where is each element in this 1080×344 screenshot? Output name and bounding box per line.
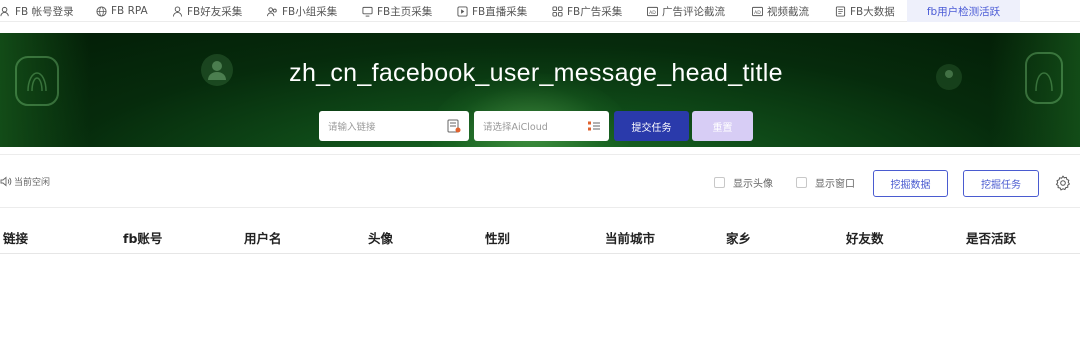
tab-ad-comment-intercept[interactable]: AD 广告评论截流 bbox=[647, 0, 725, 22]
svg-text:AD: AD bbox=[649, 9, 656, 15]
column-header-avatar: 头像 bbox=[368, 231, 394, 246]
checkbox-box[interactable] bbox=[714, 177, 725, 188]
tab-label: FB小组采集 bbox=[282, 5, 338, 18]
tab-label: FB直播采集 bbox=[472, 5, 528, 18]
person-icon bbox=[172, 5, 183, 17]
document-edit-icon[interactable] bbox=[447, 119, 461, 133]
show-window-label: 显示窗口 bbox=[815, 179, 855, 190]
tab-label: FB好友采集 bbox=[187, 5, 243, 18]
table-body-empty bbox=[0, 254, 1080, 344]
status-text: 当前空闲 bbox=[14, 178, 51, 188]
tab-label: FB 帐号登录 bbox=[15, 5, 74, 18]
aicloud-select[interactable]: 请选择AiCloud bbox=[474, 111, 609, 141]
column-header-hometown: 家乡 bbox=[726, 231, 752, 246]
column-header-fb-account: fb账号 bbox=[123, 231, 163, 246]
top-tab-bar: FB 帐号登录 FB RPA FB好友采集 FB小组采集 FB主页采集 FB直播… bbox=[0, 0, 1080, 22]
tab-label: FB广告采集 bbox=[567, 5, 623, 18]
tab-fb-page-collect[interactable]: FB主页采集 bbox=[362, 0, 432, 22]
tab-label: FB RPA bbox=[111, 5, 148, 17]
link-input[interactable]: 请输入链接 bbox=[319, 111, 469, 141]
reset-button[interactable]: 重置 bbox=[692, 111, 753, 141]
tab-fb-account-login[interactable]: FB 帐号登录 bbox=[0, 0, 74, 22]
monitor-icon bbox=[362, 6, 373, 17]
tab-label: fb用户检测活跃 bbox=[926, 5, 1001, 18]
document-icon bbox=[835, 5, 846, 17]
column-header-username: 用户名 bbox=[244, 231, 282, 246]
tab-label: FB主页采集 bbox=[377, 5, 433, 18]
column-header-gender: 性别 bbox=[485, 231, 511, 246]
tab-fb-big-data[interactable]: FB大数据 bbox=[835, 0, 895, 22]
tab-fb-ads-collect[interactable]: FB广告采集 bbox=[552, 0, 622, 22]
ad-icon: AD bbox=[752, 6, 763, 16]
show-avatar-checkbox[interactable]: 显示头像 bbox=[714, 175, 773, 190]
speaker-icon bbox=[0, 176, 12, 187]
tab-fb-friends-collect[interactable]: FB好友采集 bbox=[172, 0, 242, 22]
tab-fb-rpa[interactable]: FB RPA bbox=[96, 0, 148, 22]
show-avatar-label: 显示头像 bbox=[733, 179, 773, 190]
list-select-icon[interactable] bbox=[587, 119, 601, 133]
gear-icon[interactable] bbox=[1055, 175, 1071, 191]
link-input-placeholder: 请输入链接 bbox=[328, 122, 376, 133]
column-header-is-active: 是否活跃 bbox=[966, 231, 1017, 246]
column-header-link: 链接 bbox=[3, 231, 29, 246]
hero-banner: zh_cn_facebook_user_message_head_title 请… bbox=[0, 33, 1080, 147]
status-indicator: 当前空闲 bbox=[0, 175, 50, 188]
column-header-friend-count: 好友数 bbox=[846, 231, 884, 246]
play-icon bbox=[457, 5, 468, 17]
group-icon bbox=[267, 6, 277, 16]
globe-icon bbox=[96, 5, 107, 17]
tab-fb-group-collect[interactable]: FB小组采集 bbox=[267, 0, 337, 22]
mine-data-button[interactable]: 挖掘数据 bbox=[873, 170, 948, 197]
action-toolbar: 当前空闲 显示头像 显示窗口 挖掘数据 挖掘任务 bbox=[0, 154, 1080, 208]
tab-label: 广告评论截流 bbox=[662, 5, 725, 18]
submit-task-button[interactable]: 提交任务 bbox=[614, 111, 689, 141]
checkbox-box[interactable] bbox=[796, 177, 807, 188]
ad-icon: AD bbox=[647, 6, 658, 16]
tab-video-intercept[interactable]: AD 视频截流 bbox=[752, 0, 809, 22]
tab-fb-user-activity-check[interactable]: fb用户检测活跃 bbox=[907, 0, 1020, 22]
column-header-current-city: 当前城市 bbox=[605, 231, 656, 246]
svg-text:AD: AD bbox=[754, 9, 761, 15]
grid-icon bbox=[552, 5, 563, 17]
table-header: 链接 fb账号 用户名 头像 性别 当前城市 家乡 好友数 是否活跃 bbox=[0, 216, 1080, 254]
show-window-checkbox[interactable]: 显示窗口 bbox=[796, 175, 855, 190]
page-title: zh_cn_facebook_user_message_head_title bbox=[289, 59, 783, 87]
user-login-icon bbox=[0, 6, 9, 16]
aicloud-select-placeholder: 请选择AiCloud bbox=[483, 122, 548, 133]
tab-label: 视频截流 bbox=[767, 5, 809, 18]
mine-task-button[interactable]: 挖掘任务 bbox=[963, 170, 1039, 197]
tab-fb-live-collect[interactable]: FB直播采集 bbox=[457, 0, 527, 22]
tab-label: FB大数据 bbox=[850, 5, 895, 18]
